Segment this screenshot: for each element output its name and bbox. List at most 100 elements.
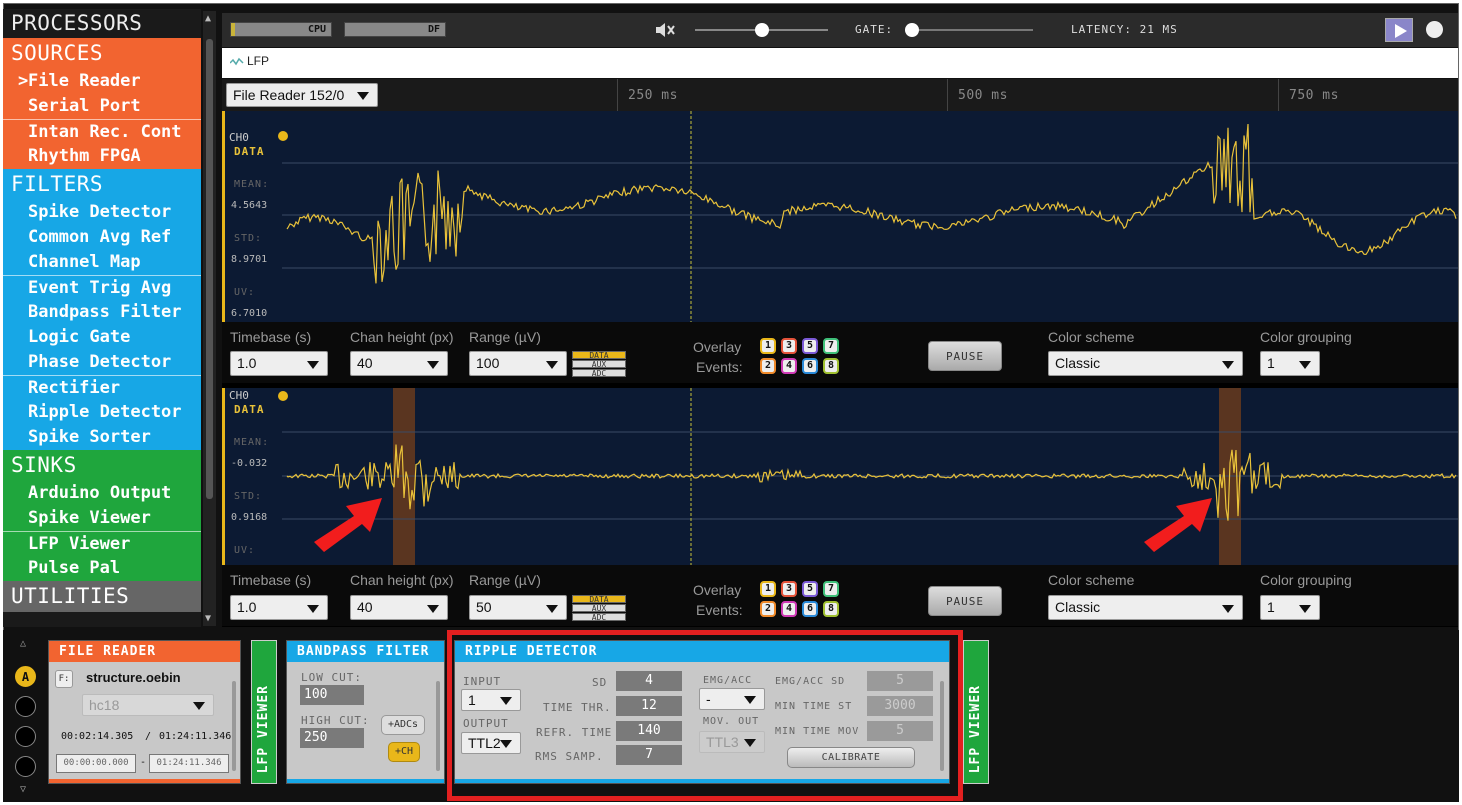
lfp-viewer-editor-collapsed[interactable]: LFP VIEWER: [251, 640, 277, 784]
signal-chain-tab[interactable]: [15, 696, 36, 717]
processor-rhythm-fpga[interactable]: Rhythm FPGA: [3, 144, 201, 169]
event-button[interactable]: 1: [760, 338, 776, 354]
annotation-arrow-right: [1144, 498, 1212, 552]
processor-arduino-output[interactable]: Arduino Output: [3, 481, 201, 506]
range-end-input[interactable]: 01:24:11.346: [149, 754, 229, 773]
pause-button[interactable]: PAUSE: [928, 341, 1002, 371]
category-sources[interactable]: SOURCES: [3, 38, 201, 69]
range-select[interactable]: 50: [469, 595, 567, 620]
processor-pulse-pal[interactable]: Pulse Pal: [3, 556, 201, 581]
processor-bandpass-filter[interactable]: Bandpass Filter: [3, 300, 201, 325]
aux-toggle[interactable]: AUX: [572, 604, 626, 613]
scroll-thumb[interactable]: [206, 39, 213, 499]
tab-lfp[interactable]: LFP: [229, 54, 269, 68]
add-channel-button[interactable]: +CH: [388, 742, 420, 762]
color-grouping-select[interactable]: 1: [1260, 351, 1320, 376]
pause-button[interactable]: PAUSE: [928, 586, 1002, 616]
color-grouping-select[interactable]: 1: [1260, 595, 1320, 620]
editor-title[interactable]: BANDPASS FILTER: [287, 641, 444, 662]
timebase-select[interactable]: 1.0: [230, 351, 328, 376]
record-button[interactable]: [1426, 21, 1443, 38]
signal-chain-tab[interactable]: [15, 726, 36, 747]
data-toggle[interactable]: DATA: [572, 595, 626, 604]
event-button[interactable]: 8: [823, 358, 839, 374]
event-button[interactable]: 5: [802, 338, 818, 354]
category-utilities[interactable]: UTILITIES: [3, 581, 201, 612]
file-reader-editor: FILE READER F: structure.oebin hc18 00:0…: [48, 640, 241, 784]
processor-phase-detector[interactable]: Phase Detector: [3, 350, 201, 375]
processor-common-avg-ref[interactable]: Common Avg Ref: [3, 225, 201, 250]
event-button[interactable]: 3: [781, 581, 797, 597]
lfp-plot-bottom[interactable]: CH0 DATA MEAN: -0.032 STD: 0.9168 UV:: [222, 388, 1458, 565]
scroll-down-icon[interactable]: ▼: [205, 613, 211, 624]
uv-label: UV:: [234, 545, 256, 556]
volume-knob[interactable]: [754, 23, 769, 37]
processor-rectifier[interactable]: Rectifier: [3, 375, 201, 400]
lfp-viewer-editor-collapsed[interactable]: LFP VIEWER: [963, 640, 989, 784]
processor-file-reader[interactable]: > File Reader: [3, 69, 201, 94]
range-select[interactable]: 100: [469, 351, 567, 376]
processor-intan-rec[interactable]: Intan Rec. Cont: [3, 119, 201, 144]
stream-select[interactable]: hc18: [82, 694, 214, 716]
event-button[interactable]: 2: [760, 601, 776, 617]
signal-chain-tab[interactable]: [15, 756, 36, 777]
range-start-input[interactable]: 00:00:00.000: [56, 754, 136, 773]
editor-title[interactable]: FILE READER: [49, 641, 240, 662]
processor-spike-viewer[interactable]: Spike Viewer: [3, 506, 201, 531]
timebase-select[interactable]: 1.0: [230, 595, 328, 620]
editor-scrollbar[interactable]: [232, 681, 236, 771]
event-button[interactable]: 3: [781, 338, 797, 354]
play-button[interactable]: [1385, 18, 1413, 42]
range-label: Range (µV): [469, 329, 541, 345]
mute-icon[interactable]: [654, 21, 676, 39]
high-cut-input[interactable]: 250: [300, 728, 364, 748]
color-scheme-select[interactable]: Classic: [1048, 595, 1243, 620]
event-button[interactable]: 6: [802, 358, 818, 374]
aux-toggle[interactable]: AUX: [572, 360, 626, 369]
event-button[interactable]: 1: [760, 581, 776, 597]
chain-up-icon[interactable]: △: [20, 638, 26, 649]
chan-height-select[interactable]: 40: [350, 351, 448, 376]
adc-toggle[interactable]: ADC: [572, 369, 626, 378]
source-select[interactable]: File Reader 152/0: [226, 83, 378, 107]
processor-spike-detector[interactable]: Spike Detector: [3, 200, 201, 225]
file-button[interactable]: F:: [55, 670, 73, 688]
processor-channel-map[interactable]: Channel Map: [3, 250, 201, 275]
processor-logic-gate[interactable]: Logic Gate: [3, 325, 201, 350]
data-aux-adc-toggle[interactable]: DATA AUX ADC: [572, 351, 626, 378]
editor-scrollbar[interactable]: [436, 681, 440, 771]
event-button[interactable]: 8: [823, 601, 839, 617]
add-adcs-button[interactable]: +ADCs: [381, 715, 425, 735]
processor-event-trig-avg[interactable]: Event Trig Avg: [3, 275, 201, 300]
processor-lfp-viewer[interactable]: LFP Viewer: [3, 531, 201, 556]
event-button[interactable]: 5: [802, 581, 818, 597]
gate-knob[interactable]: [905, 23, 919, 37]
processor-ripple-detector[interactable]: Ripple Detector: [3, 400, 201, 425]
processor-spike-sorter[interactable]: Spike Sorter: [3, 425, 201, 450]
category-sinks[interactable]: SINKS: [3, 450, 201, 481]
channel-dot[interactable]: [278, 391, 288, 401]
color-scheme-select[interactable]: Classic: [1048, 351, 1243, 376]
volume-slider[interactable]: [695, 23, 828, 37]
data-aux-adc-toggle[interactable]: DATA AUX ADC: [572, 595, 626, 622]
std-label: STD:: [234, 491, 263, 502]
channel-dot[interactable]: [278, 131, 288, 141]
low-cut-input[interactable]: 100: [300, 685, 364, 705]
event-button[interactable]: 2: [760, 358, 776, 374]
signal-chain-tab-a[interactable]: A: [15, 666, 36, 687]
data-toggle[interactable]: DATA: [572, 351, 626, 360]
event-button[interactable]: 6: [802, 601, 818, 617]
category-filters[interactable]: FILTERS: [3, 169, 201, 200]
adc-toggle[interactable]: ADC: [572, 613, 626, 622]
scroll-up-icon[interactable]: ▲: [205, 13, 211, 24]
lfp-plot-top[interactable]: CH0 DATA MEAN: 4.5643 STD: 8.9701 UV: 6.…: [222, 111, 1458, 322]
sidebar-scrollbar[interactable]: ▲ ▼: [203, 11, 216, 626]
chain-down-icon[interactable]: ▽: [20, 784, 26, 795]
event-button[interactable]: 4: [781, 358, 797, 374]
chan-height-select[interactable]: 40: [350, 595, 448, 620]
event-button[interactable]: 7: [823, 581, 839, 597]
gate-slider[interactable]: [905, 23, 1033, 37]
event-button[interactable]: 4: [781, 601, 797, 617]
processor-serial-port[interactable]: Serial Port: [3, 94, 201, 119]
event-button[interactable]: 7: [823, 338, 839, 354]
